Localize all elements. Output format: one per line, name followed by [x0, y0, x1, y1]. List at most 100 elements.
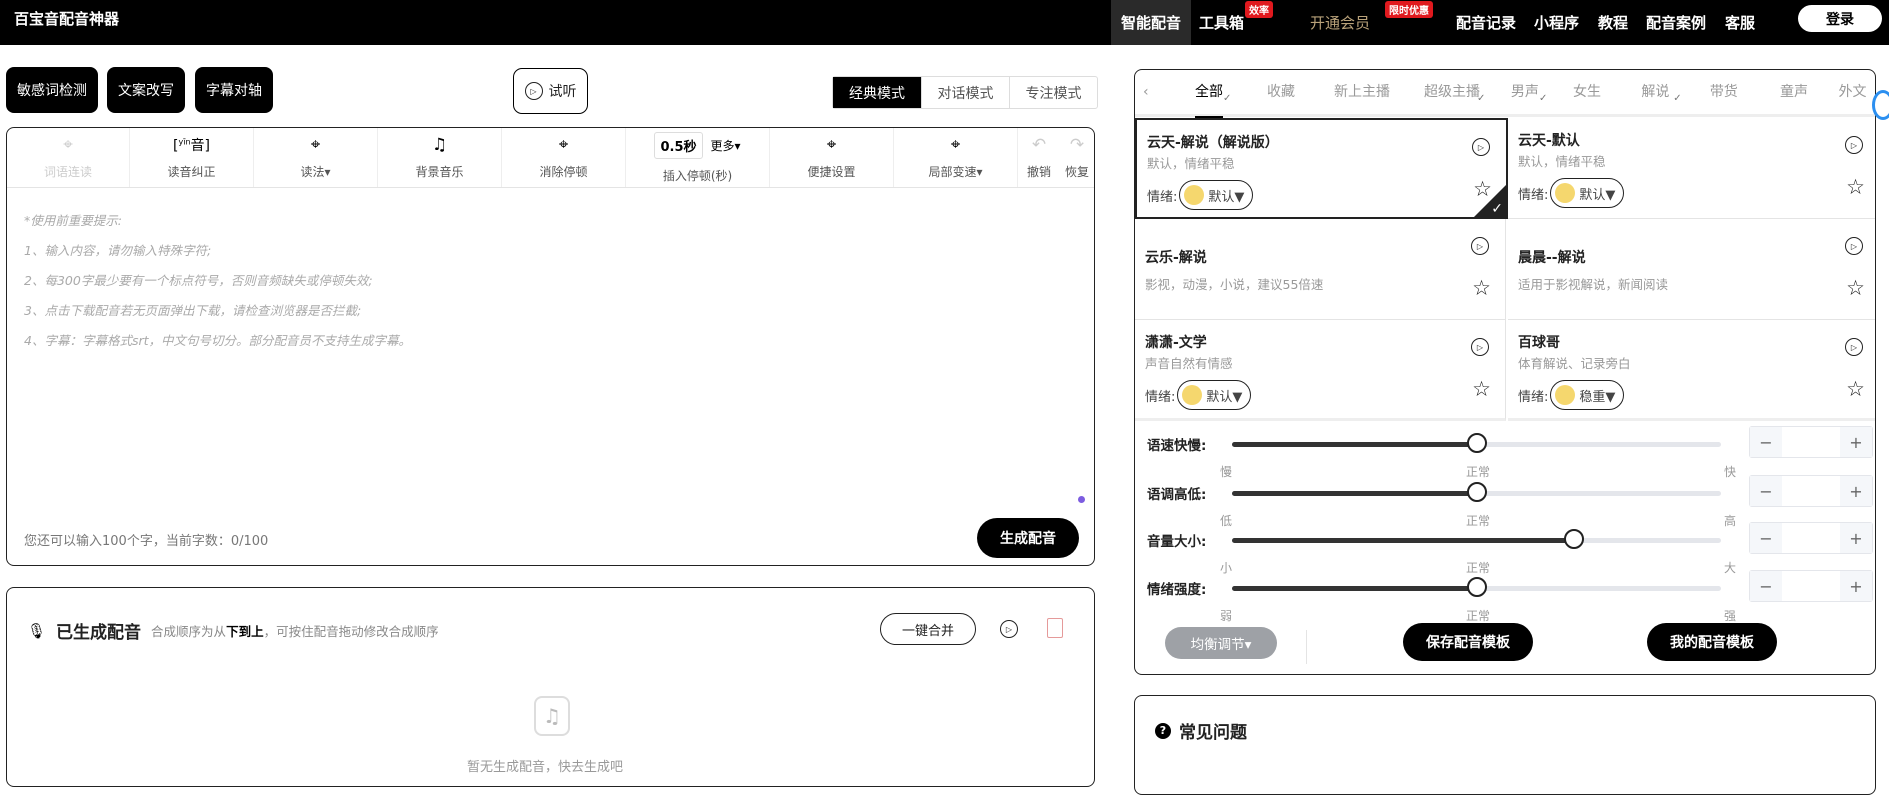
voice-card[interactable]: 云天-解说（解说版） 默认，情绪平稳 情绪: 默认▼ ▷ ☆ ✓ [1135, 118, 1508, 219]
value-input[interactable] [1782, 476, 1840, 506]
tool-bgm[interactable]: ♫ 背景音乐 [378, 128, 502, 187]
minus-button[interactable]: − [1750, 476, 1782, 506]
toolbox-badge: 效率 [1245, 1, 1273, 18]
voice-card[interactable]: 云天-默认 默认，情绪平稳 情绪: 默认▼ ▷ ☆ [1508, 118, 1875, 219]
slider-handle[interactable] [1466, 433, 1487, 453]
slider-label: 情绪强度: [1147, 582, 1207, 598]
voice-card[interactable]: 云乐-解说 影视，动漫，小说，建议55倍速 ▷ ☆ [1135, 219, 1506, 320]
editor-placeholder[interactable]: *使用前重要提示: 1、输入内容，请勿输入特殊字符; 2、每300字最少要有一个… [24, 206, 411, 356]
tab-all[interactable]: 全部 ✓ [1173, 70, 1245, 119]
slider[interactable] [1232, 433, 1721, 453]
redo-button[interactable]: ↷ 恢复 [1060, 128, 1094, 187]
emotion-select[interactable]: 默认▼ [1179, 180, 1254, 210]
tab-foreign[interactable]: 外文 [1830, 70, 1875, 116]
nav-toolbox[interactable]: 工具箱 [1199, 0, 1244, 45]
nav-smart-dubbing[interactable]: 智能配音 [1111, 0, 1192, 45]
tab-child[interactable]: 童声 [1758, 70, 1830, 116]
mode-focus[interactable]: 专注模式 [1009, 77, 1097, 108]
value-input[interactable] [1782, 571, 1840, 601]
merge-button[interactable]: 一键合并 [880, 613, 976, 645]
play-icon[interactable]: ▷ [1471, 237, 1489, 255]
plus-button[interactable]: + [1840, 427, 1872, 457]
save-template-button[interactable]: 保存配音模板 [1403, 623, 1533, 661]
slider[interactable] [1232, 529, 1721, 549]
listen-button[interactable]: ▷ 试听 [513, 68, 588, 114]
hint-line: 4、字幕：字幕格式srt，中文句号切分。部分配音员不支持生成字幕。 [24, 333, 412, 348]
value-input[interactable] [1782, 523, 1840, 553]
tool-insert-pause[interactable]: 0.5秒 更多▾ 插入停顿(秒) [626, 128, 770, 187]
tick-mid: 正常 [1465, 465, 1490, 479]
plus-button[interactable]: + [1840, 571, 1872, 601]
floating-assistant-icon[interactable] [1872, 90, 1889, 120]
rewrite-button[interactable]: 文案改写 [107, 67, 185, 113]
emotion-select[interactable]: 默认▼ [1177, 380, 1252, 410]
pinyin-text: yīn [178, 137, 191, 147]
nav-tutorial[interactable]: 教程 [1598, 0, 1628, 45]
star-icon[interactable]: ☆ [1846, 276, 1865, 300]
slider[interactable] [1232, 577, 1721, 597]
nav-miniprogram[interactable]: 小程序 [1534, 0, 1579, 45]
star-icon[interactable]: ☆ [1846, 175, 1865, 199]
plus-button[interactable]: + [1840, 476, 1872, 506]
play-icon[interactable]: ▷ [1845, 237, 1863, 255]
star-icon[interactable]: ☆ [1472, 377, 1491, 401]
hint-line: 3、点击下载配音若无页面弹出下载，请检查浏览器是否拦截; [24, 303, 362, 318]
tool-pronunciation[interactable]: [yīn音] 读音纠正 [130, 128, 254, 187]
trash-icon[interactable] [1047, 618, 1063, 638]
tab-narration[interactable]: 解说 ✓ [1621, 70, 1689, 116]
tab-new[interactable]: 新上主播 [1317, 70, 1407, 116]
star-icon[interactable]: ☆ [1846, 377, 1865, 401]
voice-card[interactable]: 晨晨--解说 适用于影视解说，新闻阅读 ▷ ☆ [1508, 219, 1875, 320]
voice-card[interactable]: 百球哥 体育解说、记录旁白 情绪: 稳重▼ ▷ ☆ [1508, 320, 1875, 421]
slider[interactable] [1232, 482, 1721, 502]
tab-sales[interactable]: 带货 [1690, 70, 1758, 116]
slider-handle[interactable] [1466, 577, 1487, 597]
minus-button[interactable]: − [1750, 427, 1782, 457]
play-icon[interactable]: ▷ [1472, 138, 1490, 156]
nav-cases[interactable]: 配音案例 [1646, 0, 1706, 45]
tabs-prev-icon[interactable]: ‹ [1143, 84, 1149, 100]
login-button[interactable]: 登录 [1798, 5, 1882, 32]
tab-super[interactable]: 超级主播 ✓ [1407, 70, 1497, 116]
my-templates-button[interactable]: 我的配音模板 [1647, 623, 1777, 661]
emotion-select[interactable]: 稳重▼ [1550, 380, 1625, 410]
nav-vip[interactable]: 开通会员 [1310, 0, 1370, 45]
play-icon[interactable]: ▷ [1845, 338, 1863, 356]
undo-button[interactable]: ↶ 撤销 [1018, 128, 1060, 187]
value-input[interactable] [1782, 427, 1840, 457]
minus-button[interactable]: − [1750, 523, 1782, 553]
tab-female[interactable]: 女生 [1553, 70, 1621, 116]
emotion-select[interactable]: 默认▼ [1550, 178, 1625, 208]
star-icon[interactable]: ☆ [1472, 276, 1491, 300]
minus-button[interactable]: − [1750, 571, 1782, 601]
tool-reading[interactable]: ⌖ 读法▾ [254, 128, 378, 187]
mode-classic[interactable]: 经典模式 [833, 77, 921, 108]
tool-local-speed[interactable]: ⌖ 局部变速▾ [894, 128, 1018, 187]
plus-button[interactable]: + [1840, 523, 1872, 553]
slider-ticks: 低 正常 高 [1220, 512, 1736, 529]
play-icon: ▷ [524, 82, 543, 100]
pinyin-char: 音 [190, 138, 205, 154]
more-dropdown[interactable]: 更多▾ [711, 137, 741, 154]
mode-dialog[interactable]: 对话模式 [921, 77, 1009, 108]
subtitle-align-button[interactable]: 字幕对轴 [195, 67, 273, 113]
equalizer-dropdown[interactable]: 均衡调节▾ [1165, 627, 1277, 659]
slider-handle[interactable] [1564, 529, 1585, 549]
tool-remove-pause[interactable]: ⌖ 消除停顿 [502, 128, 626, 187]
tool-quick-settings[interactable]: ⌖ 便捷设置 [770, 128, 894, 187]
desc-suffix: ，可按住配音拖动修改合成顺序 [263, 624, 439, 639]
play-icon[interactable]: ▷ [1471, 338, 1489, 356]
tick-min: 弱 [1220, 609, 1233, 623]
sensitive-check-button[interactable]: 敏感词检测 [6, 67, 98, 113]
nav-service[interactable]: 客服 [1725, 0, 1755, 45]
tab-favorites[interactable]: 收藏 [1245, 70, 1317, 116]
tool-word-link[interactable]: ⌖ 词语连读 [7, 128, 130, 187]
nav-records[interactable]: 配音记录 [1456, 0, 1516, 45]
voice-card[interactable]: 潇潇-文学 声音自然有情感 情绪: 默认▼ ▷ ☆ [1135, 320, 1506, 421]
play-icon[interactable]: ▷ [1845, 136, 1863, 154]
play-all-icon[interactable]: ▷ [1000, 620, 1018, 638]
pause-value[interactable]: 0.5秒 [654, 131, 703, 159]
tab-male[interactable]: 男声 ✓ [1497, 70, 1553, 116]
generate-button[interactable]: 生成配音 [977, 518, 1079, 558]
slider-handle[interactable] [1466, 482, 1487, 502]
